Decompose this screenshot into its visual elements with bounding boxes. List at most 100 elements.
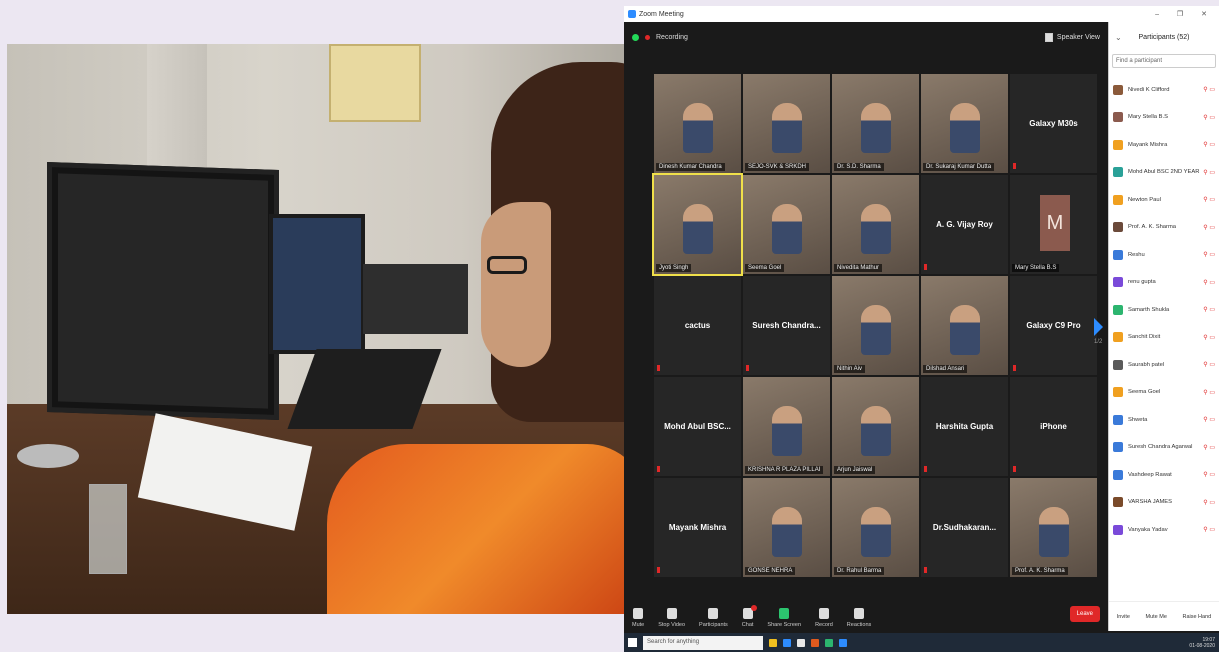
collapse-chevron-icon[interactable]: ⌄ [1115,33,1122,42]
video-tile[interactable]: Dr. S.D. Sharma [832,74,919,173]
eyeglasses [487,256,527,274]
participant-row[interactable]: Nivedi K Clifford ⚲ ▭ [1109,76,1219,104]
toolbar-label: Record [815,622,833,628]
video-tile[interactable]: Jyoti Singh [652,173,743,276]
video-tile[interactable]: A. G. Vijay Roy [921,175,1008,274]
video-tile[interactable]: Dr.Sudhakaran... [921,478,1008,577]
participant-row[interactable]: Saurabh patel ⚲ ▭ [1109,351,1219,379]
toolbar-chat-button[interactable]: Chat [742,605,757,628]
video-tile[interactable]: cactus [654,276,741,375]
participant-row[interactable]: Reshu ⚲ ▭ [1109,241,1219,269]
muted-mic-icon [1013,365,1016,371]
participant-row[interactable]: Newton Paul ⚲ ▭ [1109,186,1219,214]
toolbar-reactions-button[interactable]: Reactions [847,608,871,628]
video-tile[interactable]: Suresh Chandra... [743,276,830,375]
participant-video [771,507,802,558]
muted-mic-icon: ⚲ ▭ [1203,527,1215,534]
video-tile[interactable]: Dr. Rahul Barma [832,478,919,577]
participant-row[interactable]: renu gupta ⚲ ▭ [1109,269,1219,297]
participant-name: Saurabh patel [1128,361,1165,368]
tile-label: Dinesh Kumar Chandra [656,163,725,171]
shield-icon[interactable] [632,33,639,41]
video-tile[interactable]: Mayank Mishra [654,478,741,577]
video-tile[interactable]: Galaxy C9 Pro [1010,276,1097,375]
participant-row[interactable]: Mohd Abul BSC 2ND YEAR ⚲ ▭ [1109,159,1219,187]
video-tile[interactable]: Harshita Gupta [921,377,1008,476]
toolbar-participants-button[interactable]: Participants [699,608,728,628]
video-tile[interactable]: Mohd Abul BSC... [654,377,741,476]
participants-icon [708,608,719,619]
participant-row[interactable]: Seema Goel ⚲ ▭ [1109,379,1219,407]
tile-name: Dr.Sudhakaran... [932,523,997,532]
video-tile[interactable]: Seema Goel [743,175,830,274]
meeting-topbar: Recording Speaker View [624,22,1108,52]
tile-name: Mayank Mishra [668,523,727,532]
video-tile[interactable]: KRISHNA R PLAZA PILLAI [743,377,830,476]
participant-row[interactable]: VARSHA JAMES ⚲ ▭ [1109,489,1219,517]
panel-raise-hand-button[interactable]: Raise Hand [1182,614,1211,620]
edge-icon[interactable] [783,638,791,647]
muted-mic-icon: ⚲ ▭ [1203,362,1215,369]
video-tile[interactable]: Nithin Aiv [832,276,919,375]
participant-row[interactable]: Shweta ⚲ ▭ [1109,406,1219,434]
muted-mic-icon: ⚲ ▭ [1203,114,1215,121]
participant-search-input[interactable]: Find a participant [1112,54,1216,68]
leave-button[interactable]: Leave [1069,606,1100,622]
video-tile[interactable]: Dr. Sukaraj Kumar Dutta [921,74,1008,173]
video-tile[interactable]: iPhone [1010,377,1097,476]
next-page-arrow-icon[interactable] [1094,318,1103,336]
participant-name: Nivedi K Clifford [1128,86,1170,93]
panel-mute-me-button[interactable]: Mute Me [1146,614,1167,620]
muted-mic-icon: ⚲ ▭ [1203,307,1215,314]
video-tile[interactable]: Nivedita Mathur [832,175,919,274]
toolbar-record-button[interactable]: Record [815,608,833,628]
participant-name: Prof. A. K. Sharma [1128,224,1177,231]
video-tile[interactable]: Arjun Jaiswal [832,377,919,476]
chat-icon [742,605,757,619]
window-controls[interactable]: – ❐ ✕ [1155,10,1215,18]
store-icon[interactable] [797,638,805,647]
participant-name: Reshu [1128,251,1145,258]
video-tile[interactable]: GONSE NEHRA [743,478,830,577]
avatar [1113,222,1123,233]
taskbar-search[interactable]: Search for anything [643,635,763,650]
file-explorer-icon[interactable] [769,638,777,647]
chrome-icon[interactable] [825,638,833,647]
muted-mic-icon [924,466,927,472]
video-tile[interactable]: M Mary Stella B.S [1010,175,1097,274]
participants-panel: ⌄ Participants (52) Find a participant N… [1108,22,1219,631]
avatar [1113,359,1123,370]
participant-row[interactable]: Mayank Mishra ⚲ ▭ [1109,131,1219,159]
tile-name: Galaxy C9 Pro [1026,321,1081,330]
tile-label: Dr. S.D. Sharma [834,163,884,171]
video-tile[interactable]: Prof. A. K. Sharma [1010,478,1097,577]
participant-row[interactable]: Mary Stella B.S ⚲ ▭ [1109,104,1219,132]
participant-row[interactable]: Samarth Shukla ⚲ ▭ [1109,296,1219,324]
tile-label: Arjun Jaiswal [834,466,876,474]
participant-row[interactable]: Suresh Chandra Agarwal ⚲ ▭ [1109,434,1219,462]
tile-label: Seema Goel [745,264,785,272]
participant-row[interactable]: Vanyaka Yadav ⚲ ▭ [1109,516,1219,544]
participant-row[interactable]: Vashdeep Rawat ⚲ ▭ [1109,461,1219,489]
video-tile[interactable]: Dinesh Kumar Chandra [654,74,741,173]
view-toggle[interactable]: Speaker View [1044,32,1100,42]
panel-footer: Invite Mute Me Raise Hand [1109,601,1219,631]
participant-name: Vanyaka Yadav [1128,526,1168,533]
toolbar-mute-button[interactable]: Mute [632,608,644,628]
video-tile[interactable]: SEJO-SVK & SRKDH [743,74,830,173]
video-tile[interactable]: Dilshad Ansari [921,276,1008,375]
participant-video [771,406,802,457]
participant-row[interactable]: Prof. A. K. Sharma ⚲ ▭ [1109,214,1219,242]
tile-name: Galaxy M30s [1029,119,1078,128]
muted-mic-icon: ⚲ ▭ [1203,499,1215,506]
zoom-taskbar-icon[interactable] [839,638,847,647]
participant-name: renu gupta [1128,279,1156,286]
toolbar-stop-video-button[interactable]: Stop Video [658,608,685,628]
windows-start-icon[interactable] [628,638,637,647]
panel-invite-button[interactable]: Invite [1117,614,1130,620]
video-tile[interactable]: Galaxy M30s [1010,74,1097,173]
participant-video [771,103,802,154]
toolbar-share-screen-button[interactable]: Share Screen [767,608,801,628]
firefox-icon[interactable] [811,638,819,647]
participant-row[interactable]: Sanchit Dixit ⚲ ▭ [1109,324,1219,352]
